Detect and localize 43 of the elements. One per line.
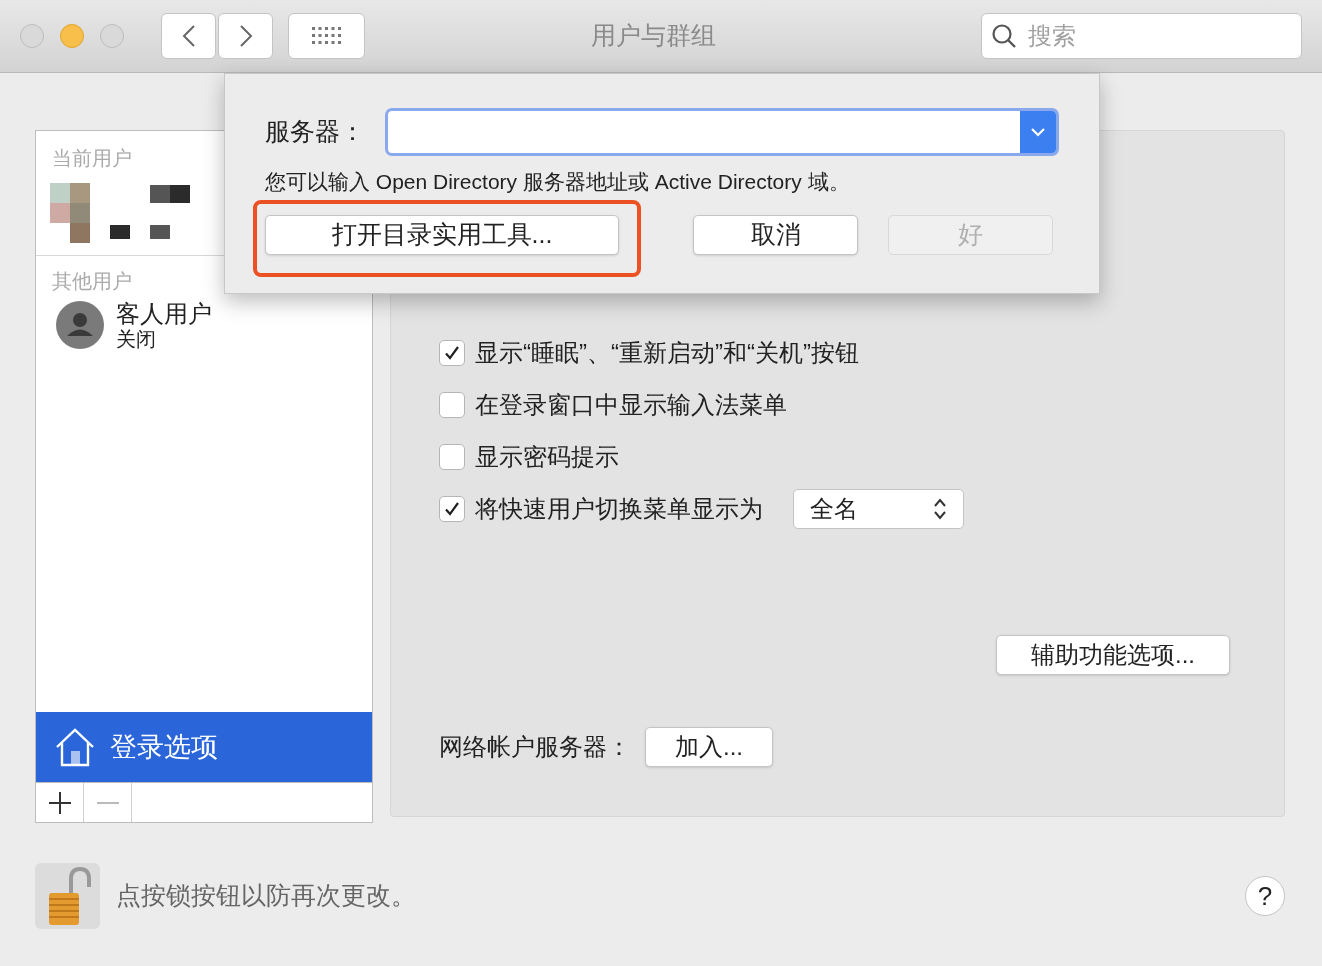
chevron-left-icon — [181, 24, 196, 48]
checkbox-label: 显示“睡眠”、“重新启动”和“关机”按钮 — [475, 338, 859, 368]
lock-icon[interactable] — [35, 863, 100, 929]
server-combo-box[interactable] — [385, 108, 1059, 156]
section-header: 其他用户 — [52, 269, 132, 294]
server-label: 服务器： — [265, 116, 365, 148]
search-icon — [991, 23, 1017, 49]
lock-message: 点按锁按钮以防再次更改。 — [116, 880, 416, 912]
hint-text: 您可以输入 Open Directory 服务器地址或 Active Directory 域。 — [265, 169, 851, 195]
plus-icon — [48, 791, 71, 814]
checkmark-icon — [444, 345, 460, 361]
user-status: 关闭 — [116, 327, 157, 351]
person-icon — [56, 301, 104, 350]
user-list-item[interactable]: 客人用户 关闭 — [36, 296, 372, 355]
checkbox[interactable] — [439, 340, 465, 366]
login-options-item[interactable]: 登录选项 — [36, 712, 372, 782]
up-down-chevron-icon — [933, 497, 947, 521]
join-button[interactable]: 加入... — [645, 727, 773, 767]
minus-icon — [96, 801, 119, 804]
window-title: 用户与群组 — [589, 20, 717, 52]
checkmark-icon — [444, 501, 460, 517]
checkbox[interactable] — [439, 444, 465, 470]
show-all-button[interactable] — [288, 13, 365, 59]
user-name: 客人用户 — [116, 300, 212, 328]
popup-menu[interactable]: 全名 — [793, 489, 964, 529]
checkbox[interactable] — [439, 496, 465, 522]
grid-icon — [311, 27, 342, 45]
checkbox-label: 在登录窗口中显示输入法菜单 — [475, 390, 787, 420]
chevron-down-icon — [1031, 127, 1045, 137]
chevron-right-icon — [238, 24, 253, 48]
help-button[interactable]: ? — [1245, 876, 1285, 916]
forward-button[interactable] — [218, 13, 273, 59]
checkbox-label: 显示密码提示 — [475, 442, 619, 472]
checkbox[interactable] — [439, 392, 465, 418]
sheet-button[interactable]: 取消 — [693, 214, 858, 255]
back-button[interactable] — [161, 13, 216, 59]
house-icon — [54, 726, 96, 768]
accessibility-options-button[interactable]: 辅助功能选项... — [996, 635, 1230, 675]
checkbox-label: 将快速用户切换菜单显示为 — [475, 494, 763, 524]
sheet-button[interactable]: 打开目录实用工具... — [265, 214, 619, 255]
section-header: 当前用户 — [52, 146, 132, 171]
search-field[interactable]: 搜索 — [981, 13, 1302, 59]
network-server-label: 网络帐户服务器： — [439, 732, 631, 762]
